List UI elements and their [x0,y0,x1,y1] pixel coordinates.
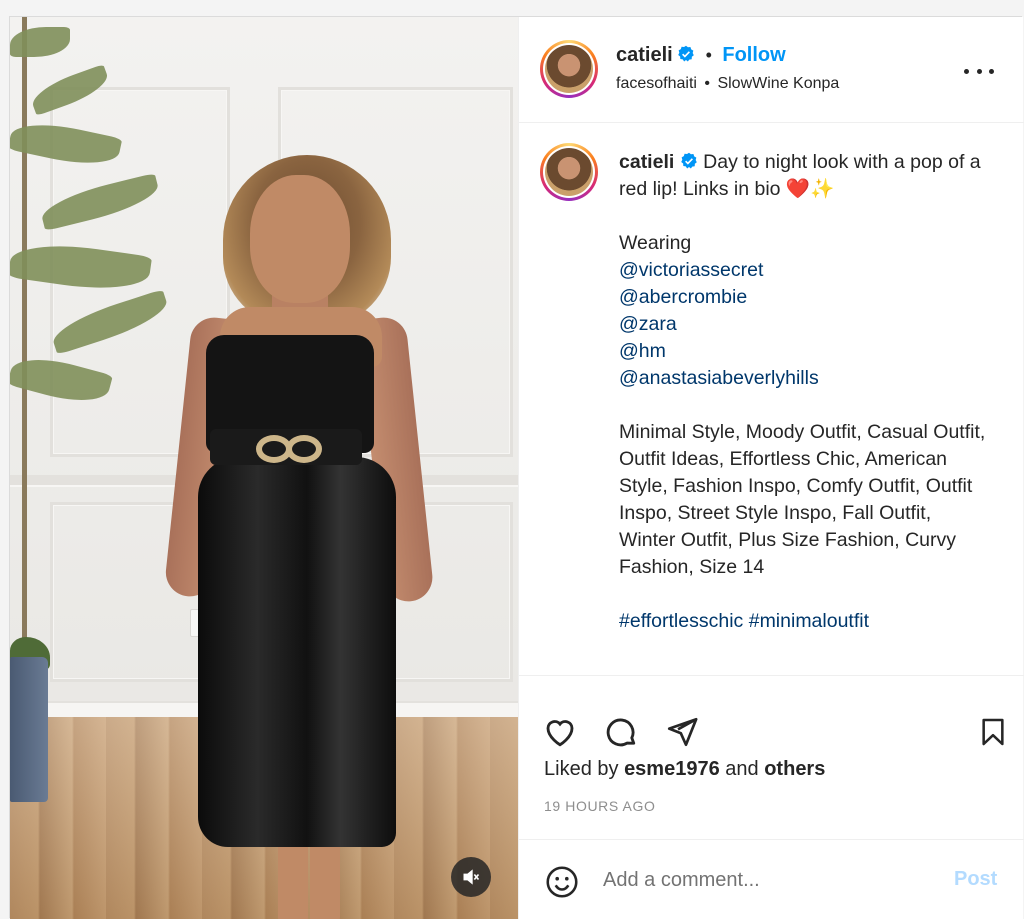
black-satin-skirt [198,457,396,847]
caption-line: Day to night look with a pop of a red li… [619,151,981,200]
paper-plane-icon [667,717,698,747]
bookmark-icon [982,718,1004,746]
follow-button[interactable]: Follow [722,44,785,66]
post-comment-button[interactable]: Post [954,868,997,891]
comment-bubble-icon [606,718,636,747]
hashtag-link[interactable]: #minimaloutfit [749,610,869,632]
likes-others-link[interactable]: others [764,758,825,780]
like-button[interactable] [540,712,580,752]
caption-hashtags: #effortlesschic #minimaloutfit [619,608,989,635]
caption-wearing: Wearing [619,232,692,254]
likes-prefix: Liked by [544,758,619,780]
plant-trunk [22,17,27,657]
comment-bar: Post [519,839,1024,919]
verified-badge-icon [678,45,694,62]
header-username[interactable]: catieli [616,44,673,66]
mention-link[interactable]: @victoriassecret [619,257,989,284]
post-header: catieli • Follow facesofhaiti • SlowWine… [519,17,1024,123]
mention-link[interactable]: @anastasiabeverlyhills [619,365,989,392]
header-separator: • [705,45,712,65]
post-side-panel: catieli • Follow facesofhaiti • SlowWine… [518,17,1024,919]
likes-middle: and [725,758,759,780]
heart-icon [546,720,574,747]
header-collab-account[interactable]: facesofhaiti [616,75,697,92]
header-avatar[interactable] [540,40,598,98]
post-dialog: catieli • Follow facesofhaiti • SlowWine… [9,16,1024,919]
share-button[interactable] [662,712,702,752]
header-subtitle-separator: • [704,75,710,92]
caption-username[interactable]: catieli [619,151,674,173]
planter-pot [10,657,48,802]
save-button[interactable] [973,712,1013,752]
caption-keywords: Minimal Style, Moody Outfit, Casual Outf… [619,421,986,578]
speaker-muted-icon [463,869,480,885]
more-options-button[interactable] [964,61,994,81]
post-actions: Liked by esme1976 and others 19 HOURS AG… [519,675,1024,835]
verified-badge-icon [680,152,697,169]
post-timestamp[interactable]: 19 HOURS AGO [544,798,655,814]
mention-link[interactable]: @zara [619,311,989,338]
hashtag-link[interactable]: #effortlesschic [619,610,743,632]
comment-button[interactable] [601,712,641,752]
caption-scroll-area[interactable]: catieli Day to night look with a pop of … [519,124,1024,674]
model-leg [310,837,340,919]
mention-link[interactable]: @abercrombie [619,284,989,311]
comment-input[interactable] [603,864,933,896]
caption-avatar[interactable] [540,143,598,201]
mute-button[interactable] [451,857,491,897]
likes-summary: Liked by esme1976 and others [544,758,825,781]
emoji-smile-icon [546,866,578,898]
caption-text: catieli Day to night look with a pop of … [619,149,989,635]
model-face [250,175,350,303]
header-audio-track[interactable]: SlowWine Konpa [717,75,839,92]
emoji-button[interactable] [542,862,582,902]
liked-by-user[interactable]: esme1976 [624,758,720,780]
belt-buckle [286,435,322,463]
more-horizontal-icon [964,68,969,74]
mention-link[interactable]: @hm [619,338,989,365]
model-leg [278,837,308,919]
post-media-video[interactable] [10,17,518,919]
